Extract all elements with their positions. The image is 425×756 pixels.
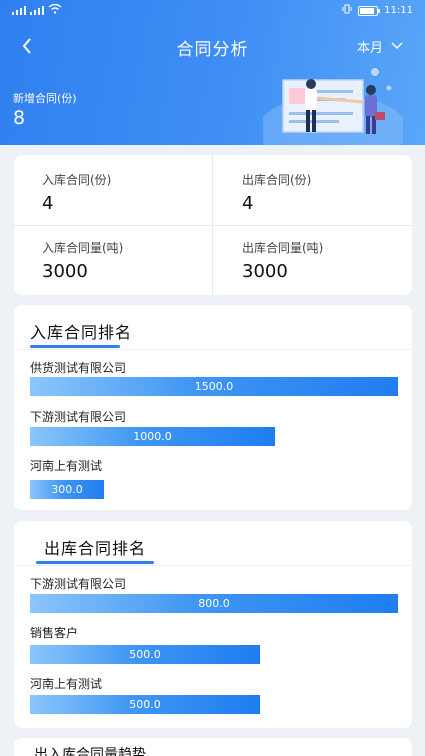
stat-value: 3000 [42,261,88,282]
stat-value: 4 [42,193,54,214]
wifi-icon [48,3,62,17]
period-label: 本月 [356,41,383,56]
business-illustration [263,68,403,145]
new-contracts-value: 8 [13,107,26,129]
section-title: 入库合同排名 [30,323,133,342]
ranking-value: 1500.0 [194,380,234,393]
ranking-name: 销售客户 [30,626,79,640]
clock: 11:11 [384,5,413,16]
ranking-value: 300.0 [51,483,83,496]
stat-value: 4 [242,193,254,214]
title-underline [36,561,154,564]
stat-outbound-count: 出库合同(份) 4 [242,171,311,214]
section-title: 出库合同排名 [44,539,147,558]
vibrate-icon [342,4,352,17]
stat-inbound-volume: 入库合同量(吨) 3000 [42,239,123,282]
ranking-bar: 1500.0 [30,377,398,396]
divider [14,349,412,350]
ranking-name: 下游测试有限公司 [30,577,127,591]
trend-card: 出入库合同量趋势 [14,738,412,756]
status-bar: 11:11 [0,0,425,20]
ranking-value: 1000.0 [133,430,172,443]
stats-card: 入库合同(份) 4 出库合同(份) 4 入库合同量(吨) 3000 出库合同量(… [14,155,412,295]
period-selector[interactable]: 本月 [357,37,403,56]
ranking-name: 河南上有测试 [30,677,103,691]
signal-icon [30,6,44,15]
new-contracts-label: 新增合同(份) [13,92,77,105]
chevron-down-icon [391,40,403,53]
ranking-value: 500.0 [129,698,161,711]
stat-outbound-volume: 出库合同量(吨) 3000 [242,239,323,282]
ranking-name: 下游测试有限公司 [30,410,127,424]
header: 11:11 合同分析 本月 新增合同(份) 8 [0,0,425,145]
ranking-name: 供货测试有限公司 [30,361,127,375]
stat-label: 出库合同量(吨) [242,241,324,255]
stat-label: 入库合同(份) [42,173,112,187]
section-title: 出入库合同量趋势 [34,747,146,756]
ranking-value: 800.0 [198,597,230,610]
stat-label: 入库合同量(吨) [42,241,124,255]
stat-value: 3000 [242,261,288,282]
ranking-name: 河南上有测试 [30,459,103,473]
signal-icon [12,6,26,15]
outbound-ranking-card: 出库合同排名 下游测试有限公司 800.0 销售客户 500.0 河南上有测试 … [14,521,412,728]
title-underline [30,345,120,348]
divider [14,225,412,226]
ranking-value: 500.0 [129,648,161,661]
ranking-bar: 800.0 [30,594,398,613]
inbound-ranking-card: 入库合同排名 供货测试有限公司 1500.0 下游测试有限公司 1000.0 河… [14,305,412,510]
ranking-bar: 500.0 [30,645,260,664]
ranking-bar: 500.0 [30,695,260,714]
stat-inbound-count: 入库合同(份) 4 [42,171,111,214]
divider [14,565,412,566]
ranking-bar: 300.0 [30,480,104,499]
stat-label: 出库合同(份) [242,173,312,187]
battery-icon [358,5,381,16]
ranking-bar: 1000.0 [30,427,275,446]
